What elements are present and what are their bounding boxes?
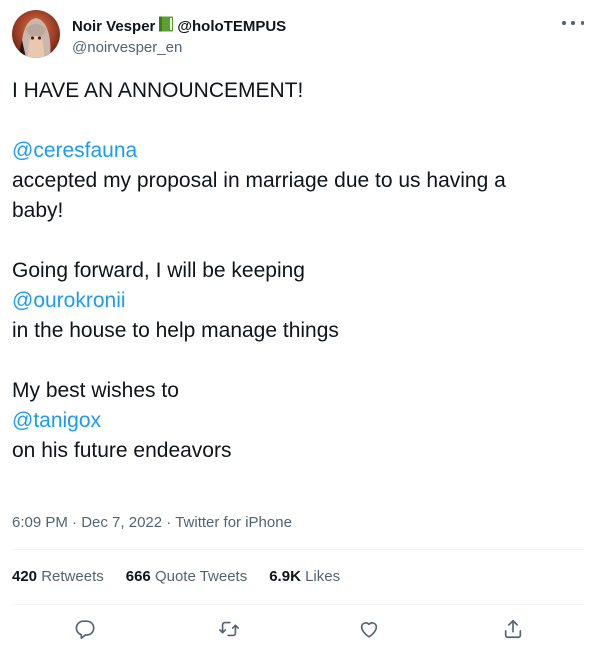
share-icon[interactable] bbox=[502, 618, 524, 640]
avatar[interactable] bbox=[12, 10, 60, 58]
tweet-text-line: I HAVE AN ANNOUNCEMENT! bbox=[12, 79, 304, 102]
meta-separator-2: · bbox=[166, 514, 176, 531]
tweet-source[interactable]: Twitter for iPhone bbox=[175, 514, 292, 531]
heart-icon[interactable] bbox=[358, 618, 380, 640]
avatar-image bbox=[12, 10, 60, 58]
tweet-date[interactable]: Dec 7, 2022 bbox=[81, 514, 162, 531]
author-handle[interactable]: @noirvesper_en bbox=[72, 39, 286, 56]
divider-top bbox=[12, 549, 584, 550]
mention-link[interactable]: @ceresfauna bbox=[12, 136, 584, 166]
tweet-text-line: baby! bbox=[12, 199, 64, 222]
tweet-stats: 420 Retweets 666 Quote Tweets 6.9K Likes bbox=[12, 568, 362, 585]
tweet-meta: 6:09 PM · Dec 7, 2022 · Twitter for iPho… bbox=[12, 514, 292, 531]
tweet-container: Noir Vesper @holoTEMPUS @noirvesper_en I… bbox=[0, 0, 596, 666]
retweets-count: 420 bbox=[12, 568, 42, 585]
green-book-icon bbox=[157, 15, 175, 37]
display-name-row[interactable]: Noir Vesper @holoTEMPUS bbox=[72, 16, 286, 36]
meta-separator: · bbox=[72, 514, 82, 531]
tweet-text: I HAVE AN ANNOUNCEMENT! @ceresfauna accept… bbox=[12, 76, 584, 466]
tweet-actions bbox=[12, 604, 584, 654]
display-name[interactable]: Noir Vesper bbox=[72, 18, 155, 35]
tweet-header: Noir Vesper @holoTEMPUS @noirvesper_en bbox=[12, 10, 584, 62]
tweet-time[interactable]: 6:09 PM bbox=[12, 514, 68, 531]
likes-stat[interactable]: 6.9K Likes bbox=[269, 568, 340, 585]
retweets-label: Retweets bbox=[41, 568, 104, 585]
tweet-text-line: on his future endeavors bbox=[12, 439, 232, 462]
author-names: Noir Vesper @holoTEMPUS @noirvesper_en bbox=[72, 16, 286, 56]
mention-link[interactable]: @ourokronii bbox=[12, 286, 584, 316]
display-name-suffix: @holoTEMPUS bbox=[177, 17, 287, 35]
quote-tweets-count: 666 bbox=[125, 568, 155, 585]
reply-icon[interactable] bbox=[74, 618, 96, 640]
quote-tweets-stat[interactable]: 666 Quote Tweets bbox=[126, 568, 247, 585]
retweet-icon[interactable] bbox=[218, 618, 240, 640]
tweet-text-line: in the house to help manage things bbox=[12, 319, 339, 342]
mention-link[interactable]: @tanigox bbox=[12, 406, 584, 436]
more-options-icon[interactable] bbox=[562, 16, 584, 30]
likes-label: Likes bbox=[305, 568, 341, 585]
quote-tweets-label: Quote Tweets bbox=[154, 568, 248, 585]
tweet-text-line: accepted my proposal in marriage due to … bbox=[12, 169, 506, 192]
tweet-text-line: Going forward, I will be keeping bbox=[12, 259, 305, 282]
likes-count: 6.9K bbox=[269, 568, 306, 585]
retweets-stat[interactable]: 420 Retweets bbox=[12, 568, 104, 585]
tweet-text-line: My best wishes to bbox=[12, 379, 179, 402]
